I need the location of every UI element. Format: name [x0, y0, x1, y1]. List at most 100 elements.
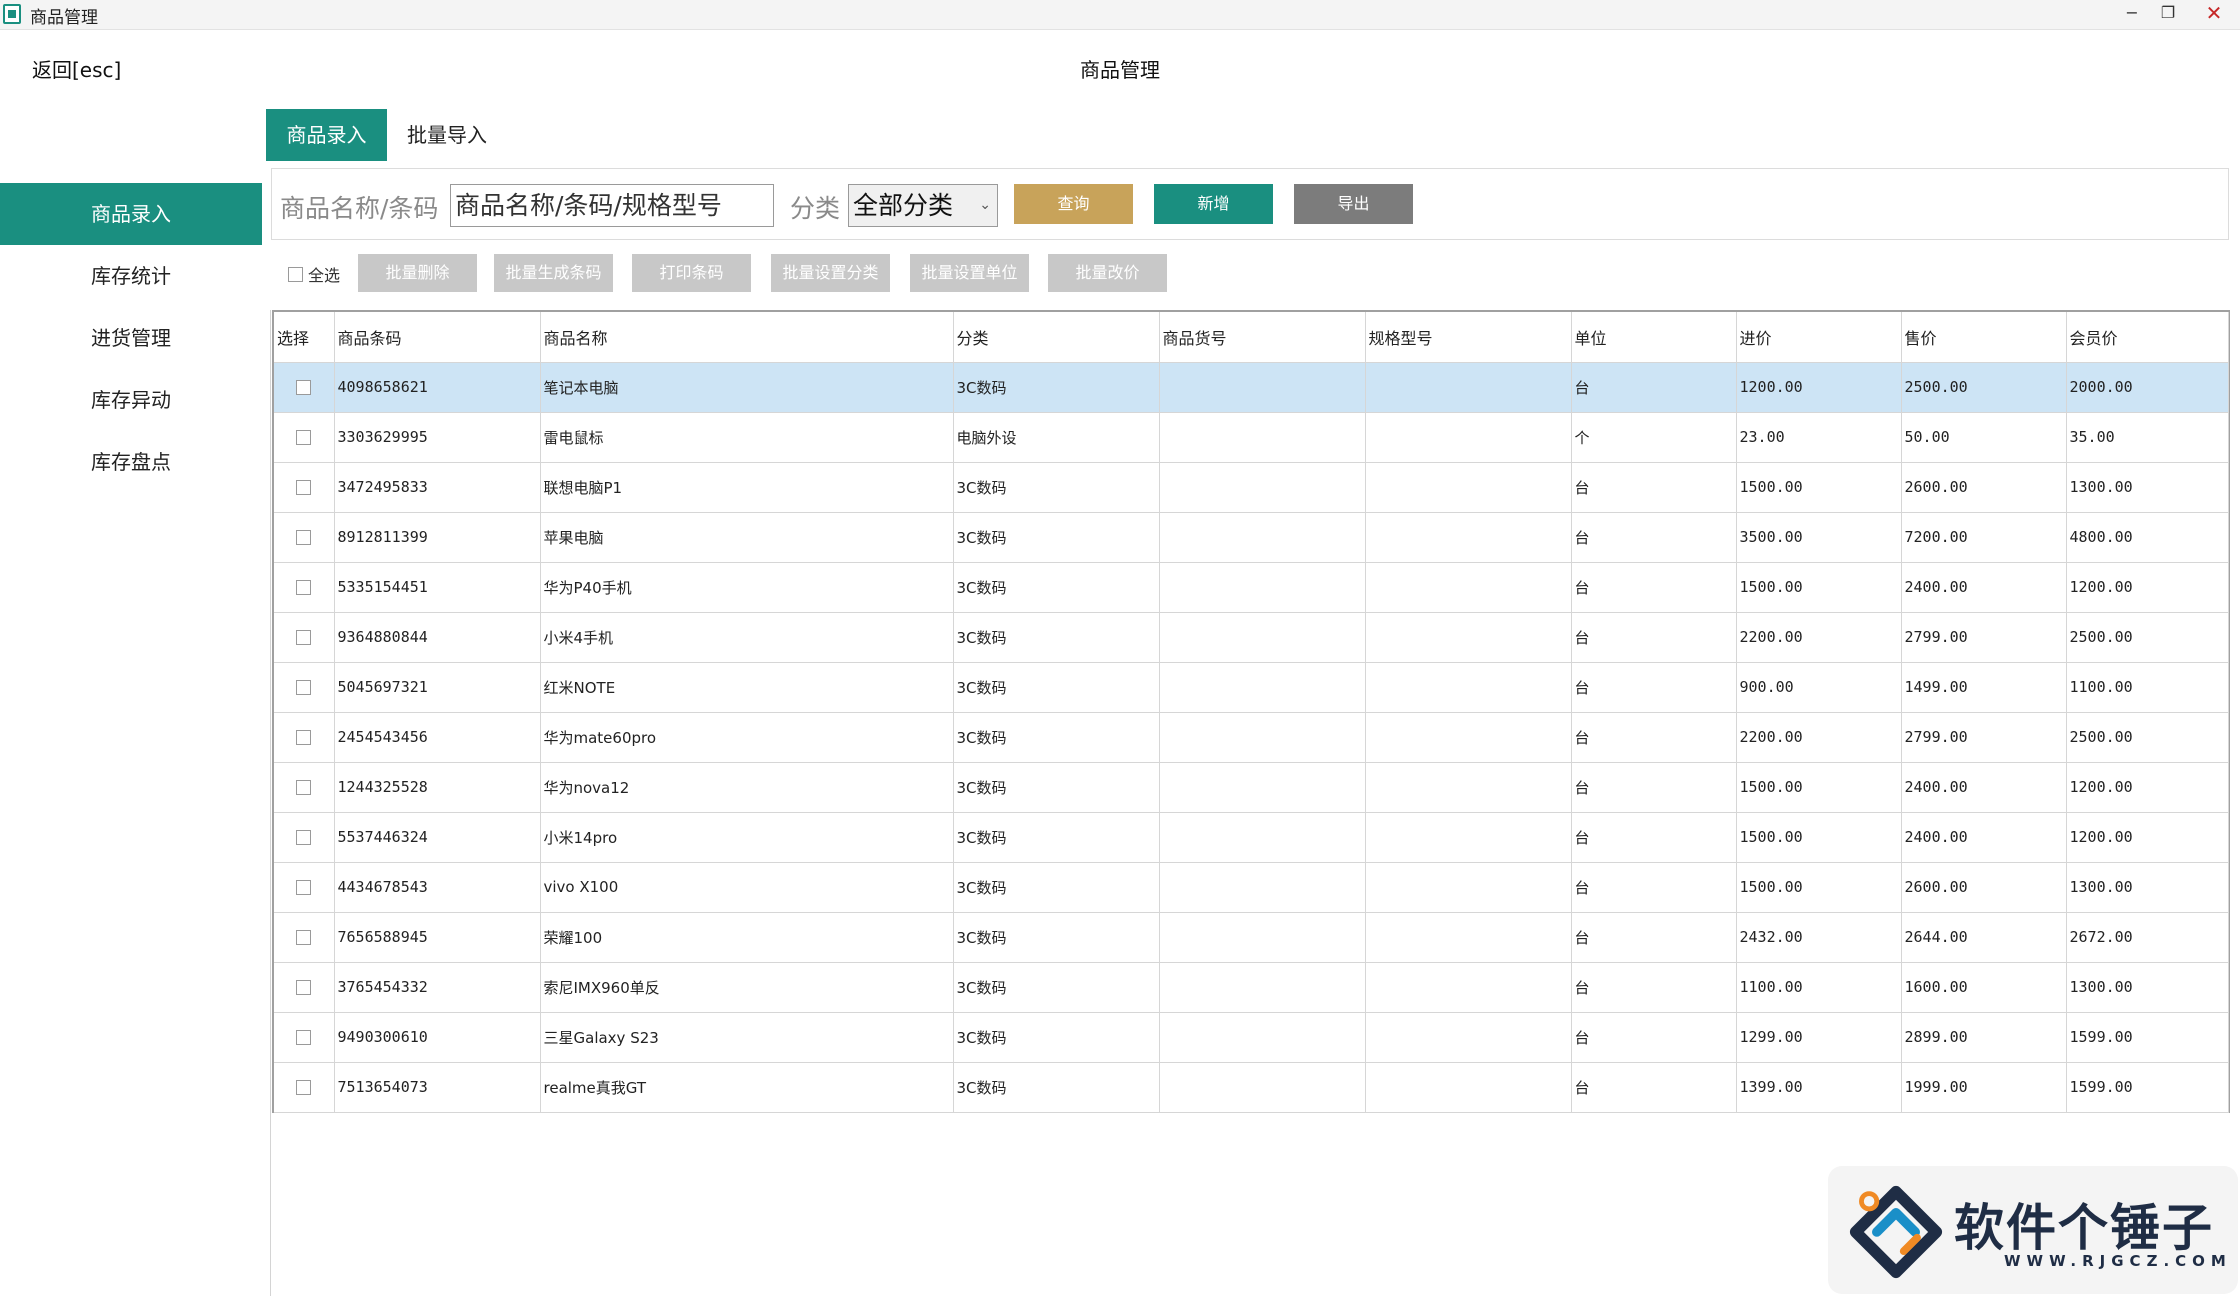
row-checkbox[interactable]	[274, 362, 335, 413]
column-header[interactable]: 进价	[1736, 312, 1902, 363]
table-row[interactable]: 4098658621 笔记本电脑 3C数码 台 1200.00 2500.00 2000.0…	[274, 362, 2229, 413]
table-row[interactable]: 5335154451 华为P40手机 3C数码 台 1500.00 2400.00 1200…	[274, 562, 2229, 613]
row-checkbox[interactable]	[274, 1012, 335, 1063]
cell-price: 50.00	[1901, 412, 2067, 463]
cell-cost: 1500.00	[1736, 862, 1902, 913]
row-checkbox[interactable]	[274, 662, 335, 713]
table-row[interactable]: 7656588945 荣耀100 3C数码 台 2432.00 2644.00 2672.0…	[274, 912, 2229, 963]
batch-change-price-button[interactable]: 批量改价	[1048, 254, 1167, 292]
table-row[interactable]: 5537446324 小米14pro 3C数码 台 1500.00 2400.00 1200…	[274, 812, 2229, 863]
cell-unit: 台	[1571, 1062, 1737, 1113]
cell-sku	[1159, 612, 1366, 663]
sidebar-item-inventory-change[interactable]: 库存异动	[0, 369, 262, 431]
print-barcode-button[interactable]: 打印条码	[632, 254, 751, 292]
cell-unit: 台	[1571, 662, 1737, 713]
cell-member: 1200.00	[2066, 762, 2229, 813]
cell-name: 笔记本电脑	[540, 362, 954, 413]
product-table: 选择 商品条码 商品名称 分类 商品货号 规格型号 单位 进价 售价 会员价 4…	[272, 310, 2230, 1113]
cell-member: 1300.00	[2066, 462, 2229, 513]
row-checkbox[interactable]	[274, 912, 335, 963]
table-row[interactable]: 3765454332 索尼IMX960单反 3C数码 台 1100.00 1600.00 1…	[274, 962, 2229, 1013]
cell-cost: 1500.00	[1736, 812, 1902, 863]
cell-name: 荣耀100	[540, 912, 954, 963]
row-checkbox[interactable]	[274, 412, 335, 463]
table-row[interactable]: 9364880844 小米4手机 3C数码 台 2200.00 2799.00 2500.0…	[274, 612, 2229, 663]
checkbox-icon	[296, 880, 312, 895]
restore-icon[interactable]: ❐	[2150, 0, 2186, 26]
cell-sku	[1159, 962, 1366, 1013]
search-label: 商品名称/条码	[280, 194, 439, 223]
table-row[interactable]: 2454543456 华为mate60pro 3C数码 台 2200.00 2799.00…	[274, 712, 2229, 763]
column-header[interactable]: 商品条码	[334, 312, 541, 363]
query-button[interactable]: 查询	[1014, 184, 1133, 224]
cell-barcode: 5335154451	[334, 562, 541, 613]
table-row[interactable]: 3303629995 雷电鼠标 电脑外设 个 23.00 50.00 35.00	[274, 412, 2229, 463]
column-header[interactable]: 分类	[953, 312, 1160, 363]
row-checkbox[interactable]	[274, 1062, 335, 1113]
cell-cost: 2432.00	[1736, 912, 1902, 963]
column-header[interactable]: 会员价	[2066, 312, 2229, 363]
cell-price: 2899.00	[1901, 1012, 2067, 1063]
row-checkbox[interactable]	[274, 462, 335, 513]
export-button[interactable]: 导出	[1294, 184, 1413, 224]
sidebar-item-inventory-stats[interactable]: 库存统计	[0, 245, 262, 307]
tab-product-entry[interactable]: 商品录入	[266, 109, 387, 161]
checkbox-icon	[296, 1030, 312, 1045]
checkbox-icon	[296, 480, 312, 495]
cell-name: vivo X100	[540, 862, 954, 913]
row-checkbox[interactable]	[274, 562, 335, 613]
row-checkbox[interactable]	[274, 712, 335, 763]
cell-cost: 2200.00	[1736, 612, 1902, 663]
row-checkbox[interactable]	[274, 612, 335, 663]
sidebar-item-product-entry[interactable]: 商品录入	[0, 183, 262, 245]
checkbox-icon	[296, 380, 312, 395]
close-icon[interactable]: ✕	[2196, 0, 2232, 26]
table-row[interactable]: 3472495833 联想电脑P1 3C数码 台 1500.00 2600.00 1300.…	[274, 462, 2229, 513]
checkbox-icon	[296, 530, 312, 545]
batch-set-category-button[interactable]: 批量设置分类	[771, 254, 890, 292]
minimize-icon[interactable]: −	[2114, 0, 2150, 26]
batch-delete-button[interactable]: 批量删除	[358, 254, 477, 292]
cell-category: 3C数码	[953, 612, 1160, 663]
cell-unit: 台	[1571, 362, 1737, 413]
column-header[interactable]: 单位	[1571, 312, 1737, 363]
cell-unit: 台	[1571, 912, 1737, 963]
window-title: 商品管理	[30, 8, 98, 28]
column-header[interactable]: 商品名称	[540, 312, 954, 363]
batch-set-unit-button[interactable]: 批量设置单位	[910, 254, 1029, 292]
sidebar-item-purchase[interactable]: 进货管理	[0, 307, 262, 369]
column-header[interactable]: 规格型号	[1365, 312, 1572, 363]
cell-spec	[1365, 712, 1572, 763]
cell-name: 小米4手机	[540, 612, 954, 663]
cell-name: 华为P40手机	[540, 562, 954, 613]
table-row[interactable]: 1244325528 华为nova12 3C数码 台 1500.00 2400.00 120…	[274, 762, 2229, 813]
column-header[interactable]: 售价	[1901, 312, 2067, 363]
table-row[interactable]: 4434678543 vivo X100 3C数码 台 1500.00 2600.00 13…	[274, 862, 2229, 913]
sidebar-item-stocktake[interactable]: 库存盘点	[0, 431, 262, 493]
table-row[interactable]: 9490300610 三星Galaxy S23 3C数码 台 1299.00 2899.0…	[274, 1012, 2229, 1063]
checkbox-icon	[296, 730, 312, 745]
search-input[interactable]	[450, 184, 774, 227]
category-select[interactable]: 全部分类 ⌄	[848, 184, 998, 227]
back-button[interactable]: 返回[esc]	[32, 54, 121, 83]
column-header[interactable]: 商品货号	[1159, 312, 1366, 363]
row-checkbox[interactable]	[274, 512, 335, 563]
cell-sku	[1159, 1062, 1366, 1113]
cell-spec	[1365, 362, 1572, 413]
cell-barcode: 4098658621	[334, 362, 541, 413]
table-row[interactable]: 7513654073 realme真我GT 3C数码 台 1399.00 1999.00 1…	[274, 1062, 2229, 1113]
chevron-down-icon: ⌄	[979, 197, 991, 213]
row-checkbox[interactable]	[274, 812, 335, 863]
cell-member: 35.00	[2066, 412, 2229, 463]
row-checkbox[interactable]	[274, 962, 335, 1013]
tab-batch-import[interactable]: 批量导入	[387, 109, 507, 161]
cell-unit: 台	[1571, 762, 1737, 813]
row-checkbox[interactable]	[274, 862, 335, 913]
table-row[interactable]: 8912811399 苹果电脑 3C数码 台 3500.00 7200.00 4800.00	[274, 512, 2229, 563]
table-row[interactable]: 5045697321 红米NOTE 3C数码 台 900.00 1499.00 1100.0…	[274, 662, 2229, 713]
add-button[interactable]: 新增	[1154, 184, 1273, 224]
row-checkbox[interactable]	[274, 762, 335, 813]
select-all-checkbox[interactable]: 全选	[288, 262, 340, 286]
title-bar: 商品管理 − ❐ ✕	[0, 0, 2240, 30]
batch-generate-barcode-button[interactable]: 批量生成条码	[494, 254, 613, 292]
